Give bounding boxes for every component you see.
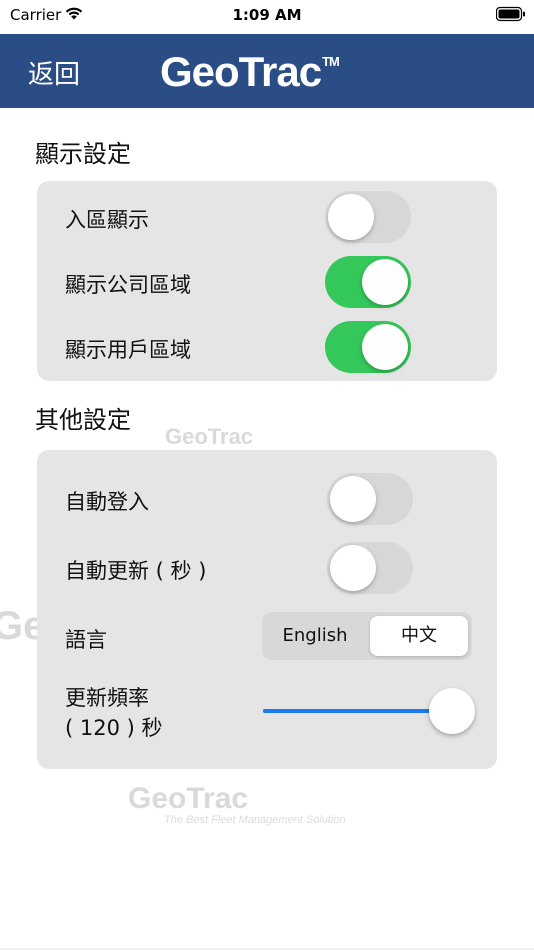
slider-fill — [263, 709, 452, 713]
enter-zone-toggle[interactable] — [325, 191, 411, 243]
watermark-text: GeoTrac — [165, 424, 254, 449]
setting-row-language: 語言 English 中文 — [37, 612, 497, 662]
slider-thumb[interactable] — [429, 688, 475, 734]
setting-label: 顯示公司區域 — [65, 273, 191, 297]
setting-label: 顯示用戶區域 — [65, 338, 191, 362]
setting-row-refresh-rate: 更新頻率 ( 120 ) 秒 — [37, 682, 497, 744]
setting-label: 自動更新 ( 秒 ) — [65, 559, 207, 583]
auto-login-toggle[interactable] — [327, 473, 413, 525]
geotrac-logo: GeoTracTM — [160, 48, 340, 96]
battery-icon — [495, 6, 526, 26]
toggle-knob — [330, 476, 376, 522]
user-zone-toggle[interactable] — [325, 321, 411, 373]
auto-refresh-toggle[interactable] — [327, 542, 413, 594]
status-time: 1:09 AM — [232, 6, 302, 24]
nav-bar: 返回 GeoTracTM — [0, 34, 534, 108]
back-button[interactable]: 返回 — [28, 54, 80, 91]
language-option-chinese[interactable]: 中文 — [370, 616, 468, 656]
company-zone-toggle[interactable] — [325, 256, 411, 308]
status-bar: Carrier 1:09 AM — [0, 0, 534, 34]
setting-row-auto-refresh: 自動更新 ( 秒 ) — [37, 542, 497, 594]
refresh-rate-label-line1: 更新頻率 — [65, 686, 149, 710]
refresh-rate-label-line2: ( 120 ) 秒 — [65, 716, 163, 740]
watermark-logo: GeoTrac — [165, 424, 253, 450]
other-settings-card: 自動登入 自動更新 ( 秒 ) 語言 English 中文 更新頻率 ( 120… — [37, 450, 497, 769]
setting-row-user-zone: 顯示用戶區域 — [37, 321, 497, 373]
other-settings-title: 其他設定 — [35, 406, 131, 434]
setting-label: 入區顯示 — [65, 208, 149, 232]
toggle-knob — [362, 259, 408, 305]
setting-row-enter-zone: 入區顯示 — [37, 191, 497, 243]
watermark-logo: GeoTrac The Best Fleet Management Solutio… — [128, 782, 346, 826]
setting-row-auto-login: 自動登入 — [37, 473, 497, 525]
toggle-knob — [328, 194, 374, 240]
logo-trademark: TM — [322, 54, 340, 69]
setting-label: 語言 — [65, 628, 107, 652]
display-settings-card: 入區顯示 顯示公司區域 顯示用戶區域 — [37, 181, 497, 381]
setting-label: 自動登入 — [65, 490, 149, 514]
setting-row-company-zone: 顯示公司區域 — [37, 256, 497, 308]
toggle-knob — [362, 324, 408, 370]
language-segmented-control: English 中文 — [262, 612, 472, 660]
language-option-english[interactable]: English — [266, 616, 364, 656]
display-settings-title: 顯示設定 — [35, 140, 131, 168]
watermark-text: GeoTrac — [128, 782, 249, 815]
watermark-tagline: The Best Fleet Management Solution — [164, 814, 346, 826]
toggle-knob — [330, 545, 376, 591]
logo-text: GeoTrac — [160, 48, 322, 95]
refresh-rate-slider[interactable] — [263, 686, 475, 736]
